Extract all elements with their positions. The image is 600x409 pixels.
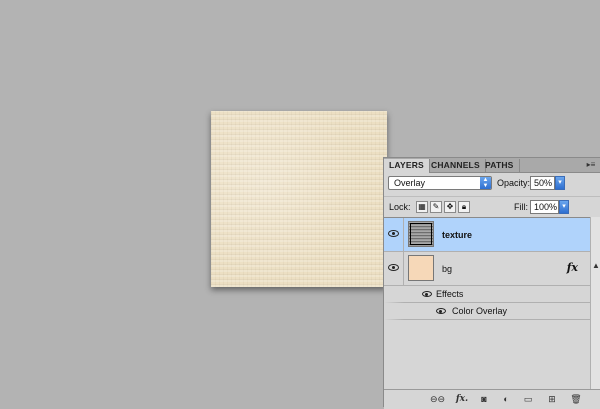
effects-row[interactable]: Effects [384,286,590,303]
layers-list: texture bg fx Effects Color Overlay [384,217,590,390]
fill-input[interactable]: 100% [530,200,559,214]
select-arrows-icon: ▲ ▼ [480,177,491,189]
layer-row-bg[interactable]: bg fx [384,252,590,286]
eye-icon [388,264,399,271]
scroll-up-icon[interactable]: ▲ [592,261,600,270]
lock-image-icon[interactable]: ✎ [430,201,442,213]
tab-paths[interactable]: PATHS [480,159,520,172]
eye-icon [388,230,399,237]
trash-icon[interactable]: 🗑︎ [570,394,582,405]
fx-icon[interactable]: fx [567,261,578,274]
fill-dropdown-icon[interactable]: ▾ [559,200,569,214]
effects-label: Effects [436,289,464,299]
layer-row-texture[interactable]: texture [384,218,590,252]
adjustment-icon[interactable]: ◐ [500,394,512,405]
opacity-label: Opacity: [497,178,531,188]
group-icon[interactable]: ▭ [522,394,534,405]
lock-position-icon[interactable]: ✥ [444,201,456,213]
layer-name: texture [442,230,473,240]
effect-row-color-overlay[interactable]: Color Overlay [384,303,590,320]
eye-icon[interactable] [436,308,446,314]
lock-label: Lock: [389,202,411,212]
opacity-dropdown-icon[interactable]: ▾ [555,176,565,190]
blend-mode-value: Overlay [394,178,426,188]
effect-label: Color Overlay [452,306,508,316]
fill-label: Fill: [514,202,528,212]
lock-transparency-icon[interactable]: ▦ [416,201,428,213]
new-layer-icon[interactable]: ⊞ [546,394,558,405]
panel-menu-icon[interactable]: ▸≡ [585,160,597,170]
fx-icon[interactable]: fx. [454,394,470,405]
layers-panel: LAYERS CHANNELS PATHS ▸≡ Overlay ▲ ▼ Opac… [383,157,600,409]
document-canvas[interactable] [211,111,387,287]
visibility-toggle[interactable] [384,252,404,285]
tab-channels[interactable]: CHANNELS [426,159,486,172]
opacity-input[interactable]: 50% [530,176,555,190]
blend-mode-select[interactable]: Overlay ▲ ▼ [388,176,492,190]
layers-bottom-toolbar: ⊖⊖ fx. ◙ ◐ ▭ ⊞ 🗑︎ [384,389,600,409]
layer-name: bg [442,264,453,274]
eye-icon[interactable] [422,291,432,297]
layer-thumbnail [408,221,434,247]
layer-thumbnail [408,255,434,281]
panel-tab-bar: LAYERS CHANNELS PATHS ▸≡ [384,158,600,173]
link-icon[interactable]: ⊖⊖ [430,394,445,405]
layers-scrollbar[interactable]: ▲ [590,217,600,389]
tab-layers[interactable]: LAYERS [384,159,430,173]
visibility-toggle[interactable] [384,218,404,251]
lock-all-icon[interactable]: 🔒︎ [458,201,470,213]
mask-icon[interactable]: ◙ [478,394,490,405]
